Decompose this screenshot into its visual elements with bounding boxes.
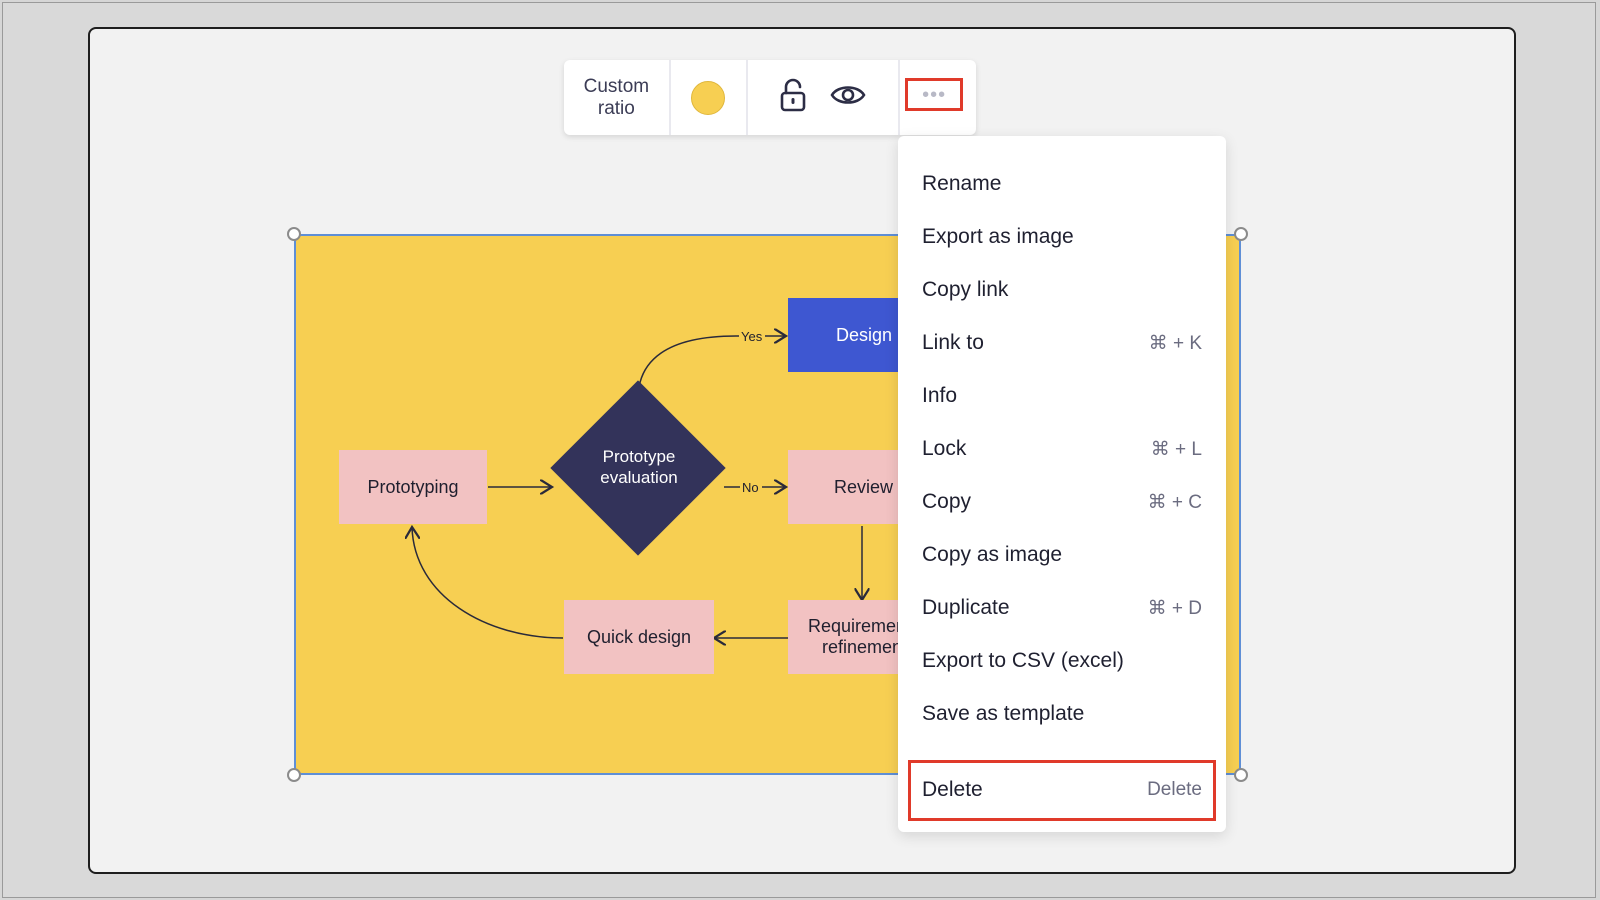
resize-handle-bottom-left[interactable] bbox=[287, 768, 301, 782]
menu-item-label: Export as image bbox=[922, 225, 1074, 248]
resize-handle-top-left[interactable] bbox=[287, 227, 301, 241]
menu-item-save-template[interactable]: Save as template bbox=[898, 692, 1226, 736]
menu-item-label: Lock bbox=[922, 437, 967, 460]
node-prototyping[interactable]: Prototyping bbox=[339, 450, 487, 524]
menu-item-shortcut: Delete bbox=[1147, 779, 1202, 800]
more-dots-icon: ••• bbox=[922, 83, 947, 106]
menu-item-label: Duplicate bbox=[922, 596, 1010, 619]
menu-item-duplicate[interactable]: Duplicate ⌘ + D bbox=[898, 586, 1226, 630]
requirement-label-line2: refinement bbox=[822, 637, 908, 657]
menu-item-info[interactable]: Info bbox=[898, 374, 1226, 418]
evaluation-label-line1: Prototype bbox=[602, 447, 676, 466]
toolbar-icon-group bbox=[748, 60, 901, 135]
menu-item-copy[interactable]: Copy ⌘ + C bbox=[898, 480, 1226, 524]
menu-item-label: Delete bbox=[922, 778, 983, 801]
custom-ratio-button[interactable]: Custom ratio bbox=[564, 60, 671, 135]
ratio-label-line2: ratio bbox=[597, 97, 635, 119]
resize-handle-top-right[interactable] bbox=[1234, 227, 1248, 241]
edge-evaluation-to-design bbox=[637, 336, 786, 400]
menu-item-lock[interactable]: Lock ⌘ + L bbox=[898, 427, 1226, 471]
menu-item-label: Save as template bbox=[922, 702, 1085, 725]
menu-item-label: Copy as image bbox=[922, 543, 1063, 566]
menu-item-rename[interactable]: Rename bbox=[898, 162, 1226, 206]
menu-item-export-csv[interactable]: Export to CSV (excel) bbox=[898, 639, 1226, 683]
menu-item-label: Rename bbox=[922, 172, 1002, 195]
menu-item-label: Info bbox=[922, 384, 958, 407]
menu-item-shortcut: ⌘ + D bbox=[1147, 597, 1202, 619]
ratio-label-line1: Custom bbox=[583, 75, 650, 97]
menu-item-copy-as-image[interactable]: Copy as image bbox=[898, 533, 1226, 577]
whiteboard-canvas[interactable]: Custom ratio ••• Yes No Prototyping Prot… bbox=[88, 27, 1516, 874]
yellow-color-swatch-icon bbox=[691, 80, 726, 115]
menu-item-link-to[interactable]: Link to ⌘ + K bbox=[898, 321, 1226, 365]
menu-item-label: Copy bbox=[922, 490, 972, 513]
menu-item-delete[interactable]: Delete Delete bbox=[898, 768, 1226, 812]
resize-handle-bottom-right[interactable] bbox=[1234, 768, 1248, 782]
menu-item-copy-link[interactable]: Copy link bbox=[898, 268, 1226, 312]
unlock-icon[interactable] bbox=[780, 78, 806, 117]
edge-quick-design-to-prototyping bbox=[412, 527, 564, 639]
edge-label-yes: Yes bbox=[741, 329, 763, 344]
node-quick-design[interactable]: Quick design bbox=[564, 600, 714, 674]
frame-context-menu: Rename Export as image Copy link Link to… bbox=[898, 136, 1226, 832]
menu-item-label: Link to bbox=[922, 331, 984, 354]
menu-item-label: Copy link bbox=[922, 278, 1009, 301]
evaluation-label-line2: evaluation bbox=[600, 468, 678, 487]
eye-icon[interactable] bbox=[830, 82, 866, 113]
edge-label-no: No bbox=[742, 480, 759, 495]
more-options-highlight: ••• bbox=[905, 78, 964, 111]
menu-item-shortcut: ⌘ + L bbox=[1150, 438, 1202, 460]
menu-item-shortcut: ⌘ + K bbox=[1148, 332, 1202, 354]
frame-toolbar: Custom ratio ••• bbox=[564, 60, 976, 135]
requirement-label-line1: Requirement bbox=[808, 616, 912, 636]
color-picker-button[interactable] bbox=[671, 60, 748, 135]
evaluation-label: Prototype evaluation bbox=[556, 446, 722, 496]
menu-item-label: Export to CSV (excel) bbox=[922, 649, 1124, 672]
more-options-button[interactable]: ••• bbox=[900, 60, 976, 135]
menu-item-export-image[interactable]: Export as image bbox=[898, 215, 1226, 259]
menu-item-shortcut: ⌘ + C bbox=[1147, 491, 1202, 513]
